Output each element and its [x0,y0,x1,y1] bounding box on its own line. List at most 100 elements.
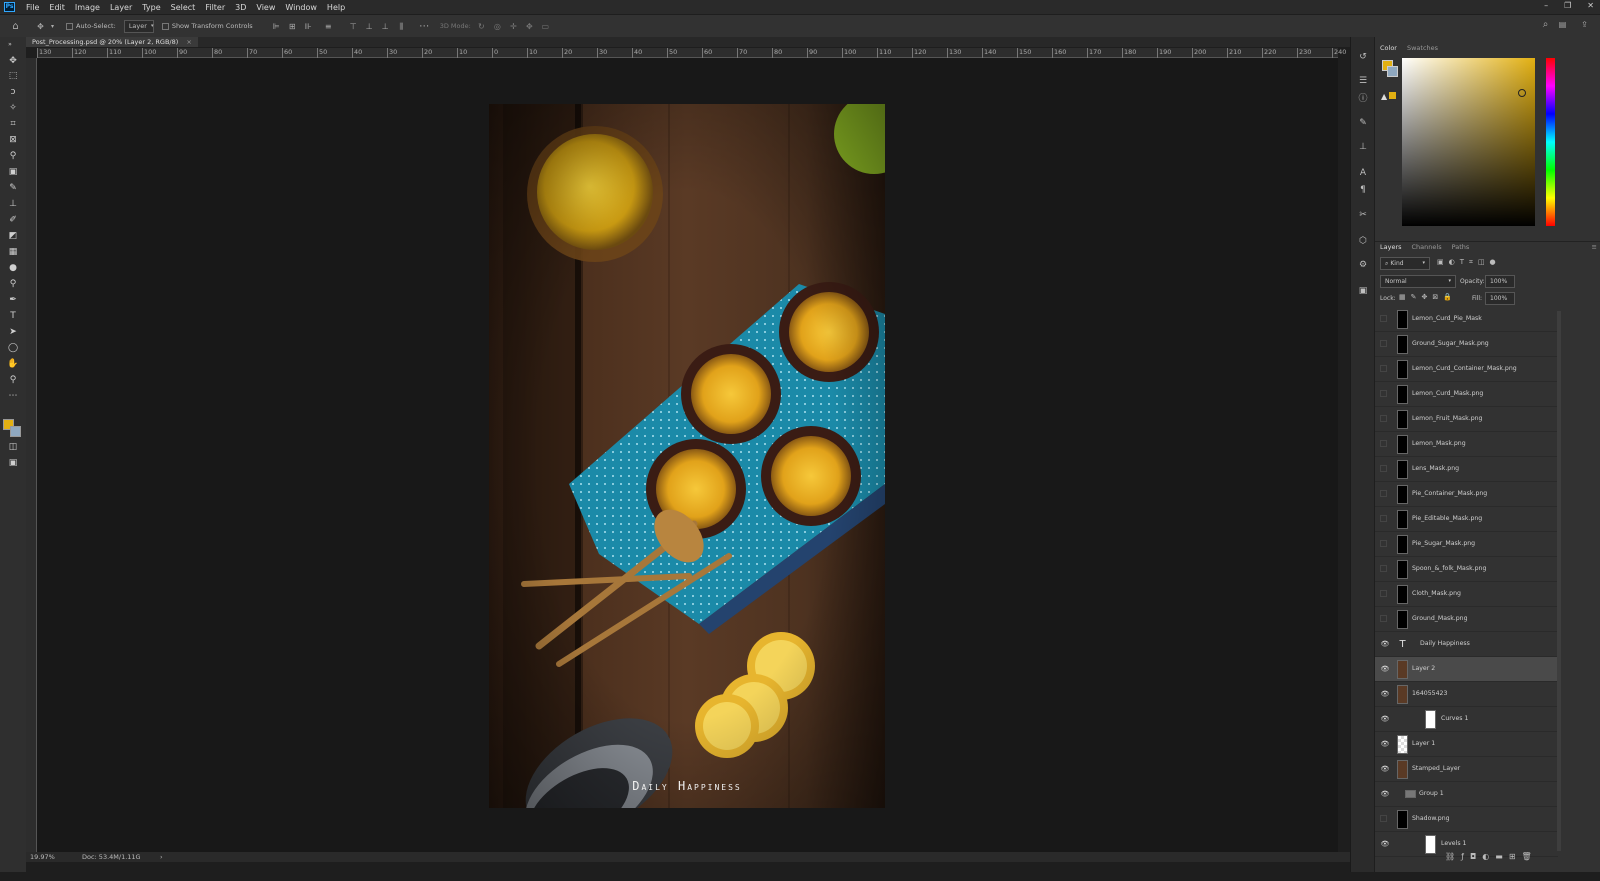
align-center-icon[interactable]: ⊞ [287,22,298,31]
layer-action-icons[interactable]: ⛓ƒ◘◐▬⊞🗑 [1445,852,1538,861]
restore-icon[interactable]: ❐ [1564,1,1571,10]
color-picker-field[interactable] [1402,58,1535,226]
show-transform-checkbox[interactable] [161,22,169,30]
menu-file[interactable]: File [21,3,44,12]
home-icon[interactable]: ⌂ [10,21,21,31]
eye-icon[interactable]: 👁 [1380,740,1390,748]
auto-select-option[interactable]: Auto-Select: [66,22,116,30]
layer-row[interactable]: Lemon_Mask.png [1375,432,1558,457]
tab-color[interactable]: Color [1375,44,1402,52]
character-panel-icon[interactable]: A [1357,167,1369,179]
out-of-gamut-warning-icon[interactable]: ▲ [1381,92,1387,101]
healing-brush-tool-icon[interactable]: ▣ [7,166,19,178]
crop-tool-icon[interactable]: ⌗ [7,118,19,130]
layer-row[interactable]: Pie_Sugar_Mask.png [1375,532,1558,557]
more-options-icon[interactable]: ⋯ [419,21,430,31]
eye-icon[interactable] [1380,415,1387,422]
menu-3d[interactable]: 3D [230,3,251,12]
eye-icon[interactable] [1380,515,1387,522]
eraser-tool-icon[interactable]: ◩ [7,230,19,242]
layer-row[interactable]: Pie_Editable_Mask.png [1375,507,1558,532]
close-icon[interactable]: ✕ [1587,1,1594,10]
3d-panel-icon[interactable]: ⬡ [1357,235,1369,247]
layer-row[interactable]: 👁 Layer 1 [1375,732,1558,757]
eye-icon[interactable]: 👁 [1380,765,1390,773]
gradient-tool-icon[interactable]: ▦ [7,246,19,258]
menu-help[interactable]: Help [322,3,350,12]
menu-select[interactable]: Select [166,3,201,12]
dodge-tool-icon[interactable]: ⚲ [7,278,19,290]
share-icon[interactable]: ⇪ [1579,20,1590,29]
info-panel-icon[interactable]: ⓘ [1357,93,1369,105]
move-tool-icon[interactable]: ✥ [35,22,46,31]
eye-icon[interactable] [1380,565,1387,572]
eye-icon[interactable] [1380,815,1387,822]
screen-mode-icon[interactable]: ▣ [7,457,19,469]
layer-row[interactable]: Shadow.png [1375,807,1558,832]
tool-presets-icon[interactable]: ✂ [1357,209,1369,221]
align-right-icon[interactable]: ⊪ [303,22,314,31]
eye-icon[interactable] [1380,490,1387,497]
menu-edit[interactable]: Edit [44,3,70,12]
collapse-toolbar-icon[interactable]: » [4,39,16,51]
history-panel-icon[interactable]: ↺ [1357,51,1369,63]
clone-stamp-tool-icon[interactable]: ⊥ [7,198,19,210]
brush-tool-icon[interactable]: ✎ [7,182,19,194]
layer-row[interactable]: 👁 Layer 2 [1375,657,1558,682]
eye-icon[interactable] [1380,540,1387,547]
distribute-vertical-icon[interactable]: ⫼ [396,22,407,31]
eye-icon[interactable] [1380,315,1387,322]
hand-tool-icon[interactable]: ✋ [7,358,19,370]
eye-icon[interactable] [1380,390,1387,397]
zoom-tool-icon[interactable]: ⚲ [7,374,19,386]
auto-select-checkbox[interactable] [66,22,73,30]
zoom-level[interactable]: 19.97% [30,853,55,861]
eyedropper-tool-icon[interactable]: ⚲ [7,150,19,162]
layer-row[interactable]: Ground_Sugar_Mask.png [1375,332,1558,357]
eye-icon[interactable] [1380,590,1387,597]
menu-view[interactable]: View [251,3,280,12]
tab-paths[interactable]: Paths [1447,243,1475,251]
marquee-tool-icon[interactable]: ⬚ [7,70,19,82]
background-color-swatch[interactable] [10,426,21,437]
fill-input[interactable]: 100% [1485,292,1515,305]
menu-layer[interactable]: Layer [105,3,137,12]
color-panel-background-swatch[interactable] [1387,66,1398,77]
document-tab-close-icon[interactable]: × [186,38,191,46]
layer-row[interactable]: Ground_Mask.png [1375,607,1558,632]
lock-icons[interactable]: ▦✎✥⊠🔒 [1399,293,1457,301]
layer-row[interactable]: Spoon_&_folk_Mask.png [1375,557,1558,582]
ellipse-tool-icon[interactable]: ◯ [7,342,19,354]
blend-mode-select[interactable]: Normal ▾ [1380,275,1456,288]
clone-source-icon[interactable]: ⊥ [1357,141,1369,153]
layer-row[interactable]: Cloth_Mask.png [1375,582,1558,607]
show-transform-option[interactable]: Show Transform Controls [161,22,253,30]
tab-channels[interactable]: Channels [1407,243,1447,251]
align-left-icon[interactable]: ⊫ [271,22,282,31]
eye-icon[interactable]: 👁 [1380,665,1390,673]
layer-row[interactable]: 👁 Curves 1 [1375,707,1558,732]
tab-layers[interactable]: Layers [1375,243,1407,251]
eye-icon[interactable]: 👁 [1380,640,1390,648]
path-selection-tool-icon[interactable]: ➤ [7,326,19,338]
layer-row[interactable]: Lemon_Curd_Container_Mask.png [1375,357,1558,382]
eye-icon[interactable] [1380,365,1387,372]
menu-image[interactable]: Image [70,3,105,12]
align-middle-icon[interactable]: ⊥ [364,22,375,31]
menu-filter[interactable]: Filter [200,3,230,12]
eye-icon[interactable]: 👁 [1380,715,1390,723]
blur-tool-icon[interactable]: ● [7,262,19,274]
lasso-tool-icon[interactable]: ↄ [7,86,19,98]
eye-icon[interactable] [1380,615,1387,622]
eye-icon[interactable]: 👁 [1380,790,1390,798]
artboard-image[interactable]: Daily Happiness [489,104,885,808]
layer-row[interactable]: Lens_Mask.png [1375,457,1558,482]
tab-swatches[interactable]: Swatches [1402,44,1443,52]
eye-icon[interactable] [1380,340,1387,347]
layer-row[interactable]: 👁 Group 1 [1375,782,1558,807]
align-top-icon[interactable]: ⊤ [348,22,359,31]
history-brush-tool-icon[interactable]: ✐ [7,214,19,226]
document-tab[interactable]: Post_Processing.psd @ 20% (Layer 2, RGB/… [26,37,198,47]
layer-row[interactable]: 👁 Stamped_Layer [1375,757,1558,782]
eye-icon[interactable] [1380,440,1387,447]
